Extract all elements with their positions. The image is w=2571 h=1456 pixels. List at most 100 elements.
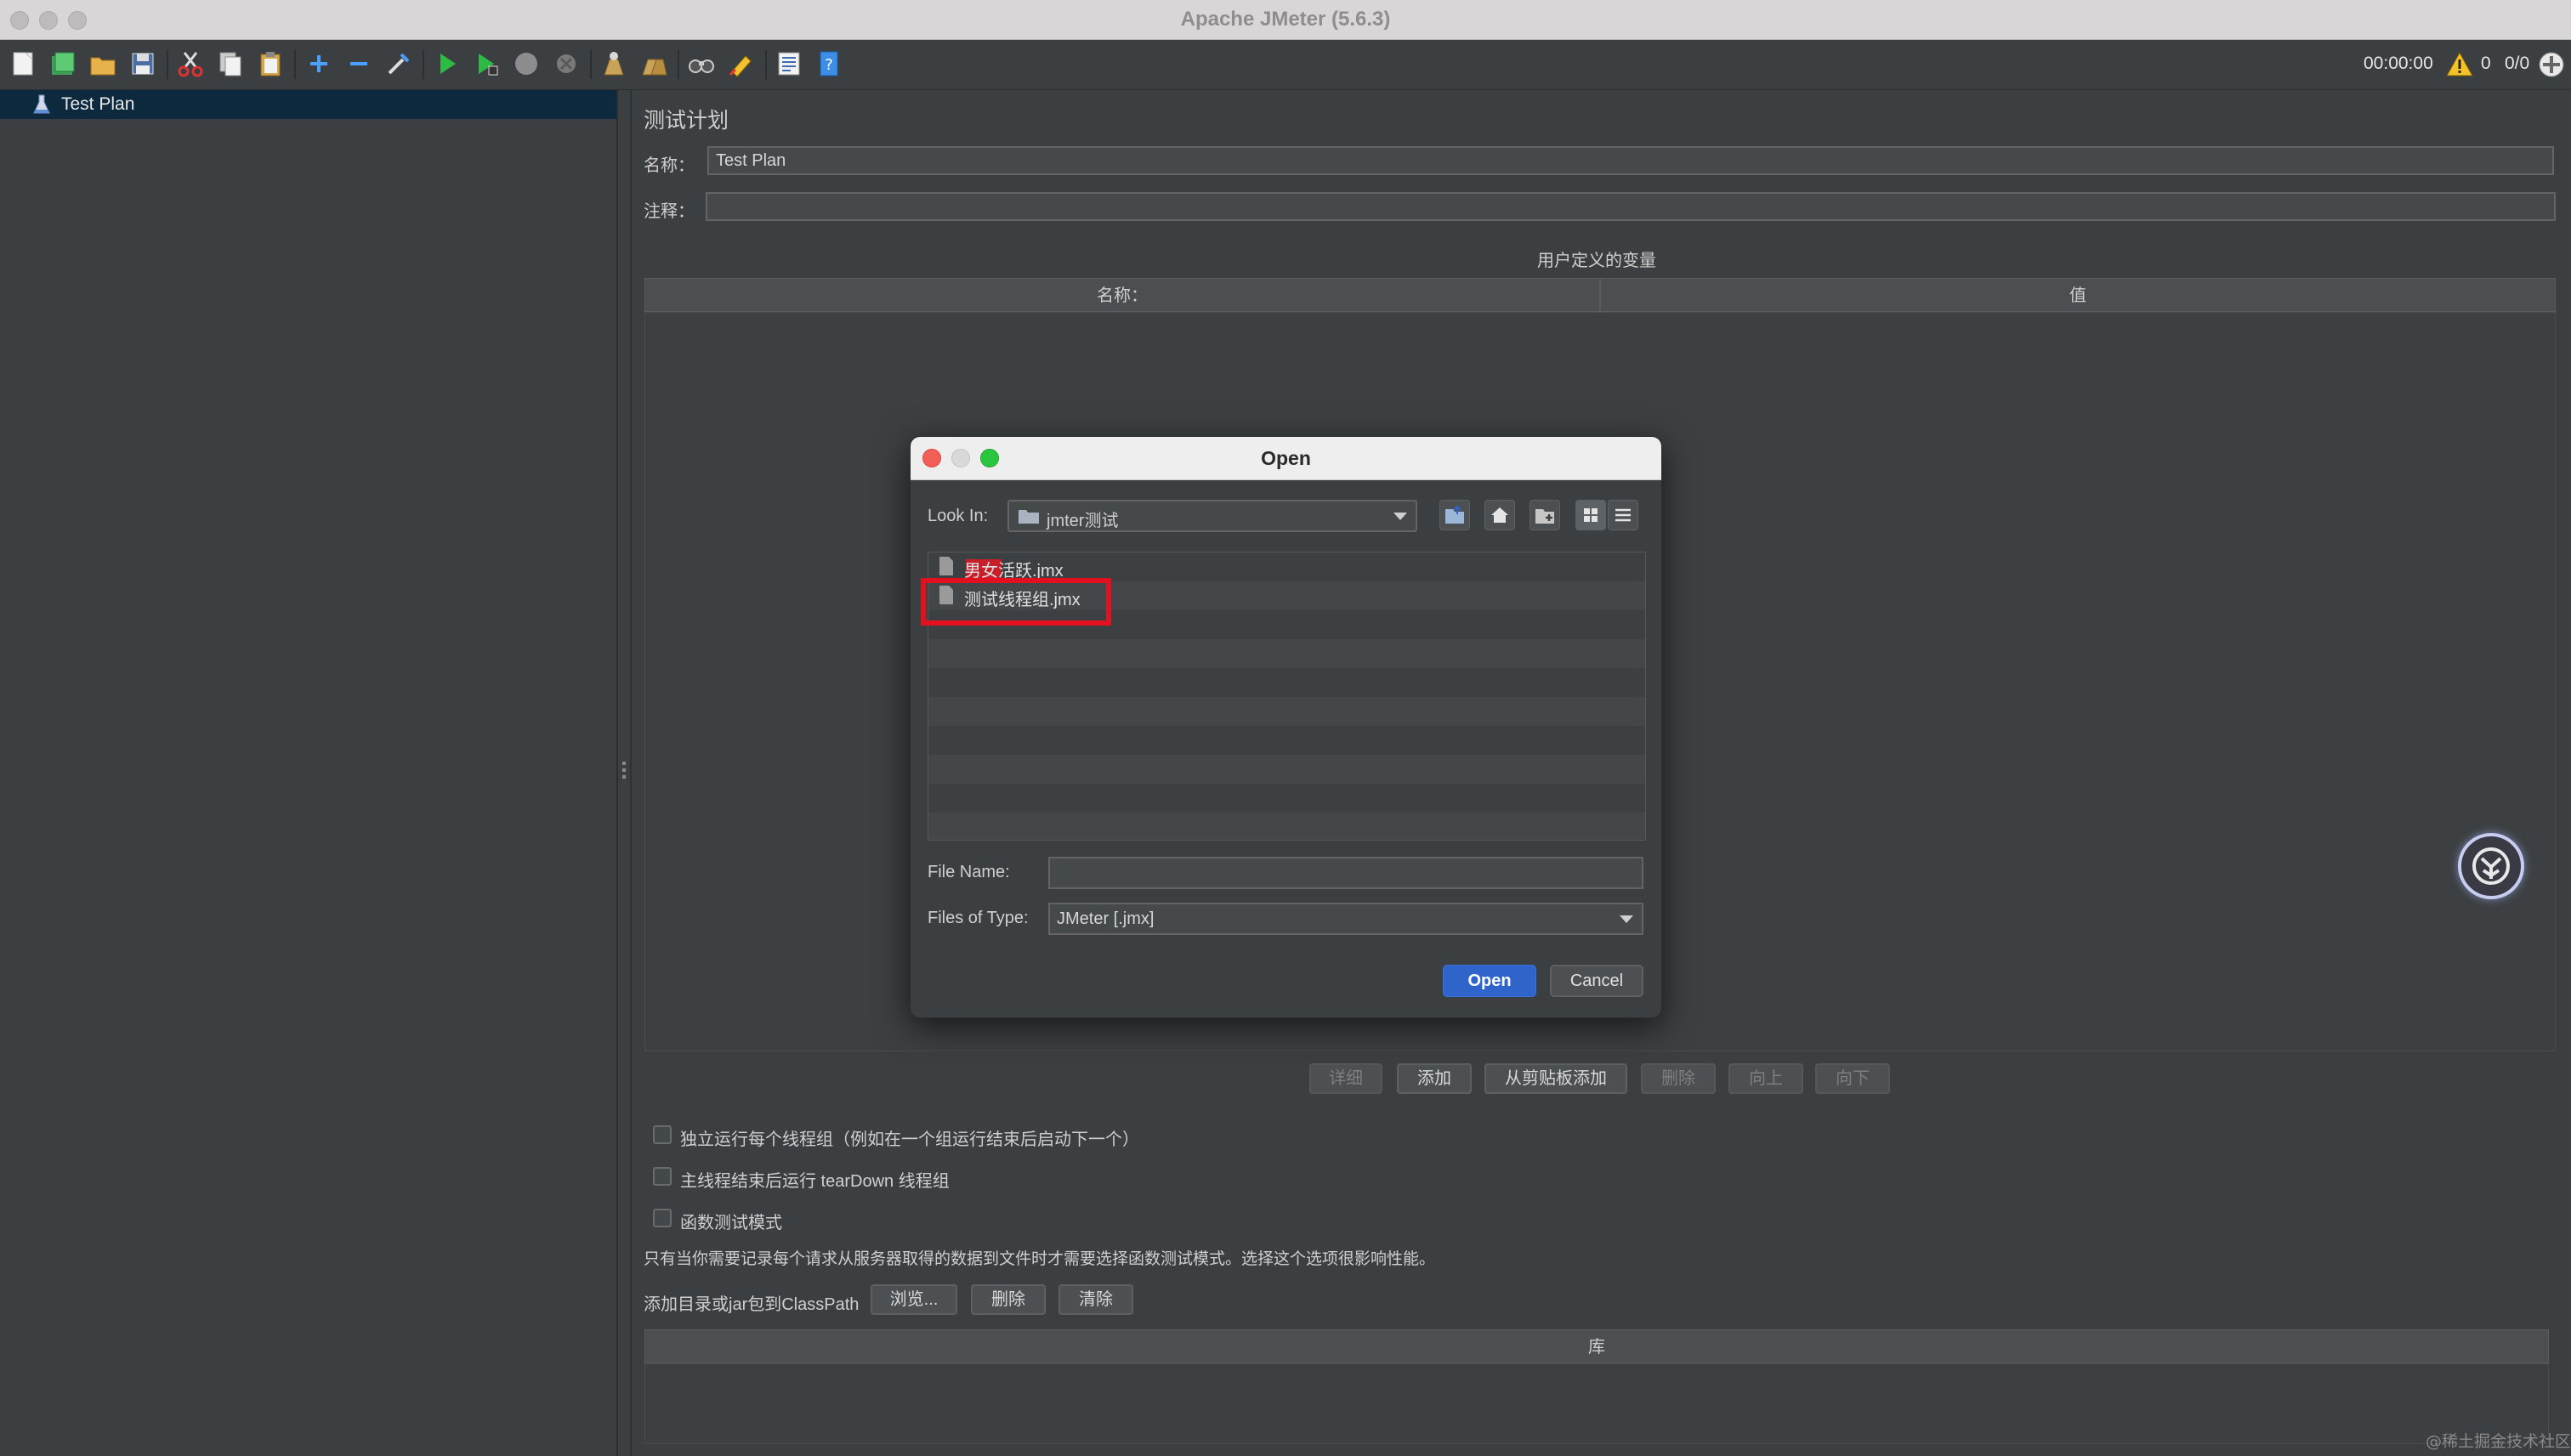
chevron-down-icon (1393, 513, 1407, 520)
list-row-empty (928, 697, 1645, 726)
file-name-label: File Name: (928, 863, 1010, 881)
copy-icon[interactable] (214, 48, 247, 80)
functional-mode-note: 只有当你需要记录每个请求从服务器取得的数据到文件时才需要选择函数测试模式。选择这… (644, 1250, 1436, 1268)
clear-icon[interactable] (598, 48, 630, 80)
collapse-icon[interactable] (343, 48, 375, 80)
cut-icon[interactable] (174, 48, 207, 80)
toolbar-separator (678, 50, 679, 79)
error-count: 0 (2481, 54, 2491, 73)
watermark-text: @稀土掘金技术社区 (2426, 1432, 2571, 1451)
list-row-empty (928, 668, 1645, 697)
toolbar-separator (765, 50, 767, 79)
list-row-empty (928, 726, 1645, 755)
toolbar-separator (423, 50, 424, 79)
dialog-title-bar: Open (911, 437, 1661, 480)
new-folder-icon[interactable] (1530, 500, 1560, 530)
list-row-empty (928, 639, 1645, 668)
udv-up-button[interactable]: 向上 (1728, 1063, 1803, 1094)
name-label: 名称： (644, 156, 695, 175)
library-column-header[interactable]: 库 (644, 1329, 2549, 1363)
file-icon (939, 556, 954, 576)
functional-test-mode-label: 函数测试模式 (680, 1214, 782, 1232)
run-teardown-checkbox[interactable] (653, 1167, 672, 1186)
search-icon[interactable] (685, 48, 718, 80)
folder-icon (1018, 507, 1040, 524)
cancel-button[interactable]: Cancel (1550, 965, 1643, 997)
run-thread-groups-consecutively-checkbox[interactable] (653, 1125, 672, 1144)
udv-delete-button[interactable]: 删除 (1641, 1063, 1716, 1094)
udv-add-from-clipboard-button[interactable]: 从剪贴板添加 (1484, 1063, 1627, 1094)
flask-icon (32, 93, 51, 116)
chevron-down-icon (1620, 915, 1633, 923)
page-title: 测试计划 (644, 109, 729, 133)
help-icon[interactable]: ? (813, 48, 845, 80)
floating-assistant-icon[interactable] (2458, 833, 2524, 899)
test-plan-tree[interactable]: Test Plan (0, 90, 618, 1456)
toolbar-separator (590, 50, 592, 79)
split-pane-divider[interactable] (618, 90, 632, 1456)
shutdown-icon[interactable] (550, 48, 582, 80)
clear-all-icon[interactable] (638, 48, 670, 80)
window-title: Apache JMeter (5.6.3) (1180, 8, 1391, 31)
remote-engines-icon[interactable] (2537, 50, 2566, 79)
name-field[interactable]: Test Plan (707, 146, 2554, 175)
reset-search-icon[interactable] (725, 48, 758, 80)
expand-icon[interactable] (303, 48, 335, 80)
new-icon[interactable] (7, 48, 39, 80)
details-view-icon[interactable] (1608, 500, 1638, 530)
up-folder-icon[interactable] (1439, 500, 1470, 530)
save-icon[interactable] (127, 48, 159, 80)
udv-section-title: 用户定义的变量 (1537, 252, 1656, 270)
list-row-empty (928, 755, 1645, 784)
divider-grip (622, 762, 626, 782)
udv-down-button[interactable]: 向下 (1815, 1063, 1890, 1094)
svg-text:?: ? (825, 56, 833, 74)
open-button[interactable]: Open (1443, 965, 1536, 997)
comment-field[interactable] (706, 192, 2556, 221)
classpath-browse-button[interactable]: 浏览... (871, 1284, 957, 1315)
library-table-body[interactable] (644, 1363, 2549, 1444)
templates-icon[interactable] (47, 48, 79, 80)
toolbar-separator (294, 50, 296, 79)
udv-column-value[interactable]: 值 (1600, 278, 2556, 312)
start-no-pause-icon[interactable] (470, 48, 502, 80)
stop-icon[interactable] (510, 48, 542, 80)
dialog-title: Open (1261, 447, 1311, 469)
toggle-icon[interactable] (383, 48, 415, 80)
list-row-empty (928, 813, 1645, 840)
classpath-delete-button[interactable]: 删除 (971, 1284, 1046, 1315)
open-icon[interactable] (87, 48, 119, 80)
function-helper-icon[interactable] (773, 48, 805, 80)
run-teardown-label: 主线程结束后运行 tearDown 线程组 (680, 1172, 950, 1191)
files-of-type-value: JMeter [.jmx] (1057, 909, 1155, 928)
home-icon[interactable] (1484, 500, 1515, 530)
functional-test-mode-checkbox[interactable] (653, 1209, 672, 1227)
annotation-highlight-box (921, 578, 1111, 626)
main-toolbar: ? 00:00:00 0 0/0 (0, 40, 2571, 90)
tree-item-test-plan[interactable]: Test Plan (0, 90, 616, 119)
elapsed-timer: 00:00:00 (2364, 54, 2433, 73)
udv-column-name[interactable]: 名称： (644, 278, 1600, 312)
warning-icon[interactable] (2445, 50, 2474, 79)
look-in-label: Look In: (928, 507, 989, 525)
list-row-empty (928, 784, 1645, 813)
classpath-label: 添加目录或jar包到ClassPath (644, 1295, 860, 1314)
start-icon[interactable] (430, 48, 463, 80)
window-title-bar: Apache JMeter (5.6.3) (0, 0, 2571, 40)
look-in-value: jmter测试 (1047, 512, 1119, 530)
comment-label: 注释： (644, 202, 695, 221)
udv-add-button[interactable]: 添加 (1397, 1063, 1472, 1094)
toolbar-separator (167, 50, 168, 79)
list-view-icon[interactable] (1575, 500, 1606, 530)
file-name-input[interactable] (1048, 857, 1643, 889)
udv-detail-button[interactable]: 详细 (1309, 1063, 1382, 1094)
open-file-dialog: Open Look In: jmter测试 男女活跃.jmx 测试线程组.jmx (910, 436, 1662, 1018)
run-consecutively-label: 独立运行每个线程组（例如在一个组运行结束后启动下一个） (680, 1130, 1139, 1149)
files-of-type-dropdown[interactable]: JMeter [.jmx] (1048, 903, 1643, 935)
look-in-dropdown[interactable]: jmter测试 (1007, 500, 1417, 532)
list-item[interactable]: 男女活跃.jmx (928, 552, 1645, 581)
classpath-clear-button[interactable]: 清除 (1058, 1284, 1133, 1315)
active-threads-count: 0/0 (2505, 54, 2530, 73)
paste-icon[interactable] (254, 48, 287, 80)
tree-item-label: Test Plan (61, 94, 135, 114)
